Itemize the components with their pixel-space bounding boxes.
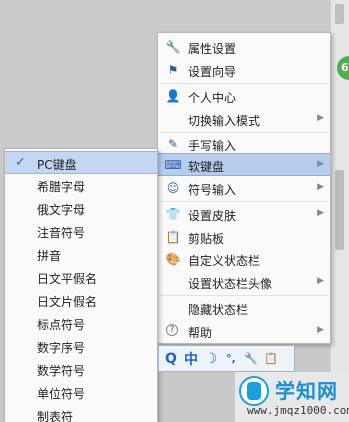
submenu-item-greek[interactable]: 希腊字母 [5, 174, 157, 197]
submenu-item-unit-symbols[interactable]: 单位符号 [5, 381, 157, 404]
pen-icon: ✎ [167, 137, 179, 151]
menu-item-personal-center[interactable]: 👤 个人中心 [158, 85, 330, 108]
palette-icon: 🎨 [165, 252, 181, 266]
menu-item-switch-input-mode[interactable]: 切换输入模式 ▶ [158, 108, 330, 131]
menu-item-help[interactable]: ? 帮助 ▶ [158, 320, 330, 343]
checkmark-icon: ✓ [15, 155, 26, 170]
clipboard-icon: 📋 [165, 230, 181, 244]
menu-item-soft-keyboard[interactable]: ⌨ 软键盘 ▶ [158, 153, 330, 176]
person-icon: 👤 [165, 89, 181, 103]
scrollbar-thumb-lower[interactable] [335, 170, 344, 250]
ime-context-menu: 🔧 属性设置 ⚑ 设置向导 👤 个人中心 切换输入模式 ▶ ✎ 手写输入 ⌨ 软… [157, 32, 331, 344]
menu-item-custom-status-bar[interactable]: 🎨 自定义状态栏 [158, 248, 330, 271]
submenu-item-pinyin[interactable]: 拼音 [5, 243, 157, 266]
chinese-mode-button[interactable]: 中 [183, 349, 199, 369]
menu-item-clipboard[interactable]: 📋 剪贴板 [158, 226, 330, 249]
flag-icon: ⚑ [167, 63, 179, 77]
chevron-right-icon: ▶ [317, 208, 324, 218]
chevron-right-icon: ▶ [317, 159, 324, 169]
watermark-logo-icon [239, 376, 269, 406]
menu-item-skin-settings[interactable]: 👕 设置皮肤 ▶ [158, 203, 330, 226]
menu-separator [160, 295, 328, 296]
menu-item-hide-status-bar[interactable]: 隐藏状态栏 [158, 297, 330, 320]
submenu-item-hiragana[interactable]: 日文平假名 [5, 266, 157, 289]
clipboard-icon[interactable]: 📋 [263, 349, 279, 369]
menu-item-properties[interactable]: 🔧 属性设置 [158, 36, 330, 59]
soft-keyboard-submenu: ✓ PC键盘 希腊字母 俄文字母 注音符号 拼音 日文平假名 日文片假名 标点符… [4, 148, 158, 422]
shirt-icon: 👕 [165, 207, 181, 221]
moon-icon[interactable]: ☽ [203, 349, 219, 369]
menu-separator [160, 201, 328, 202]
watermark-url: www.jmqz1000.com [247, 404, 349, 417]
chevron-right-icon: ▶ [317, 325, 324, 335]
menu-item-setup-wizard[interactable]: ⚑ 设置向导 [158, 59, 330, 82]
menu-item-status-bar-avatar[interactable]: 设置状态栏头像 ▶ [158, 271, 330, 294]
keyboard-icon: ⌨ [164, 158, 182, 172]
menu-separator [160, 83, 328, 84]
site-watermark: 学知网 www.jmqz1000.com [235, 372, 349, 422]
search-icon[interactable]: Q [163, 349, 179, 369]
submenu-item-katakana[interactable]: 日文片假名 [5, 289, 157, 312]
ime-status-bar: Q 中 ☽ °, 🔧 📋 [158, 345, 295, 372]
watermark-title: 学知网 [275, 379, 338, 403]
submenu-item-zhuyin[interactable]: 注音符号 [5, 220, 157, 243]
scrollbar-thumb[interactable] [335, 4, 344, 24]
chevron-right-icon: ▶ [317, 276, 324, 286]
wrench-icon[interactable]: 🔧 [243, 349, 259, 369]
submenu-item-number-sequence[interactable]: 数字序号 [5, 335, 157, 358]
submenu-item-pc-keyboard[interactable]: ✓ PC键盘 [5, 151, 157, 174]
submenu-item-punctuation[interactable]: 标点符号 [5, 312, 157, 335]
wrench-icon: 🔧 [165, 40, 181, 54]
menu-item-symbol-input[interactable]: ☺ 符号输入 ▶ [158, 177, 330, 200]
chevron-right-icon: ▶ [317, 182, 324, 192]
chevron-right-icon: ▶ [317, 113, 324, 123]
smiley-icon: ☺ [166, 181, 180, 195]
help-icon: ? [166, 324, 178, 336]
submenu-item-russian[interactable]: 俄文字母 [5, 197, 157, 220]
submenu-item-math-symbols[interactable]: 数学符号 [5, 358, 157, 381]
submenu-item-box-drawing[interactable]: 制表符 [5, 404, 157, 422]
punctuation-icon[interactable]: °, [223, 349, 239, 369]
